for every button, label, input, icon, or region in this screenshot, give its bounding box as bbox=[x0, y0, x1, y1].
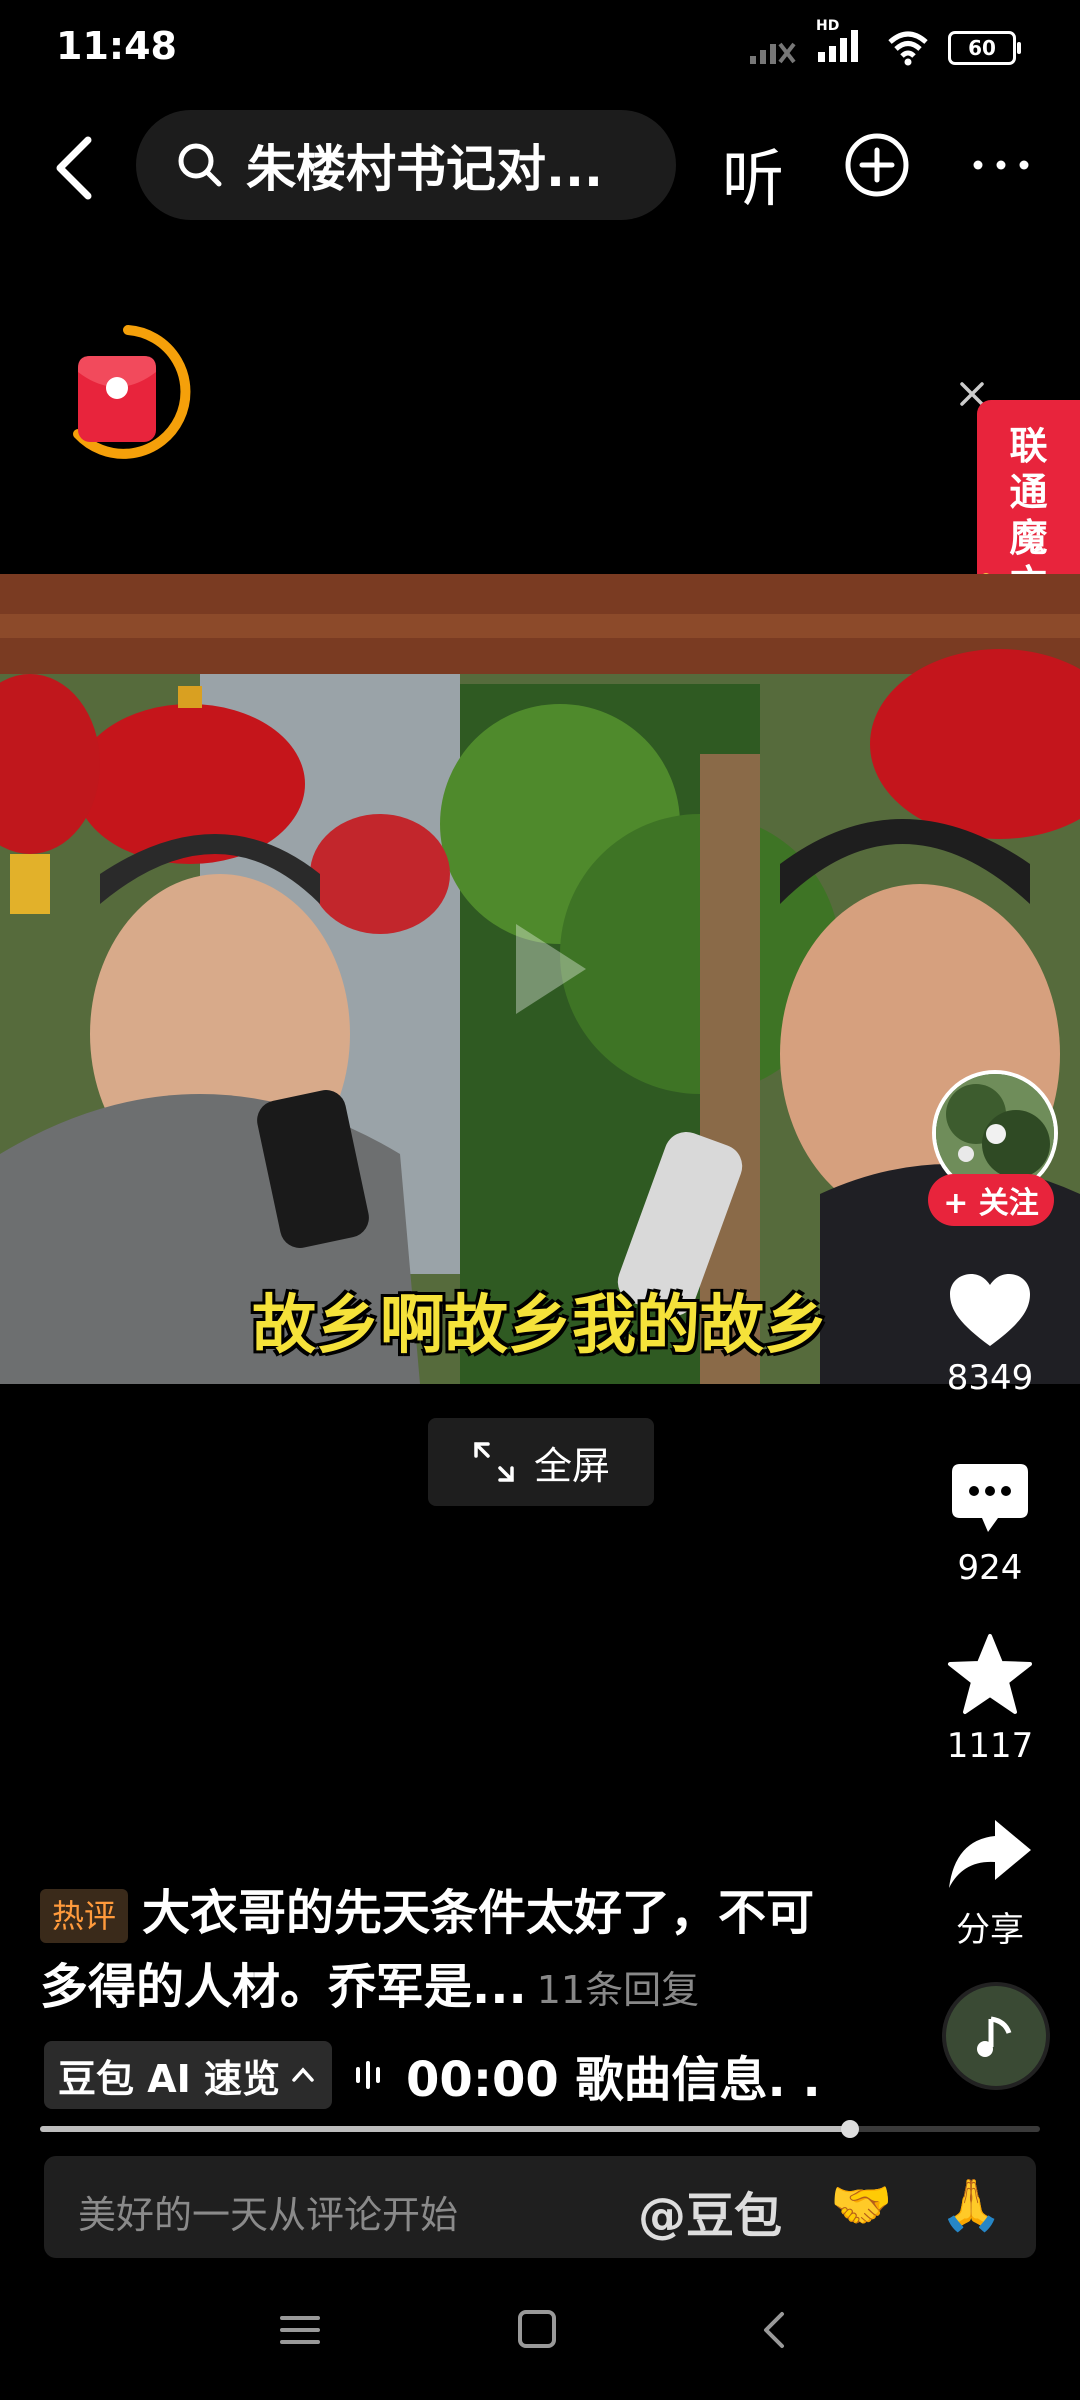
system-nav-bar bbox=[0, 2290, 1080, 2370]
signal-off-icon bbox=[750, 42, 796, 64]
fullscreen-label: 全屏 bbox=[533, 1443, 610, 1488]
chevron-left-icon[interactable] bbox=[36, 128, 116, 208]
ai-summary-label: 豆包 AI 速览 bbox=[58, 2056, 281, 2101]
song-info[interactable]: 00:00 歌曲信息. . bbox=[406, 2040, 821, 2110]
share-action[interactable]: 分享 bbox=[920, 1814, 1060, 1951]
progress-handle[interactable] bbox=[841, 2120, 859, 2138]
hot-comment[interactable]: 热评 大衣哥的先天条件太好了，不可多得的人材。乔军是... 11条回复 bbox=[40, 1876, 860, 2027]
ad-char: 联 bbox=[1009, 424, 1048, 468]
listen-button[interactable]: 听 bbox=[722, 128, 784, 218]
video-player[interactable]: 故乡啊故乡我的故乡 bbox=[0, 574, 1080, 1384]
ad-char: 通 bbox=[1009, 470, 1048, 514]
search-icon bbox=[178, 143, 222, 187]
network-label: HD bbox=[816, 18, 840, 34]
like-action[interactable]: 8349 bbox=[920, 1270, 1060, 1398]
video-progress-bar[interactable] bbox=[40, 2120, 1040, 2138]
comment-action[interactable]: 924 bbox=[920, 1460, 1060, 1588]
comment-count: 924 bbox=[957, 1548, 1023, 1588]
video-detail-screen: 11:48 HD 60 朱楼村书记对... 听 联 通 魔 故乡啊故乡我的故乡 … bbox=[0, 0, 1080, 2400]
favorite-action[interactable]: 1117 bbox=[920, 1632, 1060, 1766]
status-time: 11:48 bbox=[56, 24, 177, 68]
plus-circle-icon[interactable] bbox=[842, 130, 912, 200]
ad-char: 魔 bbox=[1009, 516, 1048, 560]
pray-emoji-button[interactable]: 🙏 bbox=[940, 2176, 1002, 2235]
ai-summary-row: 豆包 AI 速览 00:00 歌曲信息. . bbox=[44, 2040, 864, 2110]
share-label: 分享 bbox=[956, 1910, 1024, 1950]
search-query: 朱楼村书记对... bbox=[246, 140, 603, 198]
fullscreen-button[interactable]: 全屏 bbox=[428, 1418, 654, 1506]
battery-level: 60 bbox=[968, 36, 996, 60]
top-bar: 朱楼村书记对... 听 bbox=[0, 110, 1080, 226]
play-icon[interactable] bbox=[496, 914, 596, 1024]
favorite-count: 1117 bbox=[946, 1726, 1034, 1766]
video-subtitle: 故乡啊故乡我的故乡 bbox=[252, 1289, 828, 1363]
menu-icon[interactable] bbox=[276, 2308, 324, 2352]
status-bar: 11:48 HD 60 bbox=[0, 0, 1080, 100]
status-icons: HD 60 bbox=[748, 18, 1021, 68]
follow-button[interactable]: + 关注 bbox=[928, 1174, 1054, 1226]
red-packet-icon[interactable] bbox=[58, 322, 198, 462]
nav-back-icon[interactable] bbox=[752, 2308, 800, 2352]
chevron-up-icon bbox=[292, 2067, 314, 2082]
share-arrow-icon bbox=[949, 1820, 1031, 1888]
signal-hd-icon: HD bbox=[816, 18, 868, 68]
comment-placeholder: 美好的一天从评论开始 bbox=[78, 2193, 459, 2237]
like-count: 8349 bbox=[946, 1358, 1034, 1398]
hot-comment-tag: 热评 bbox=[40, 1889, 129, 1943]
chat-bubble-icon bbox=[952, 1464, 1028, 1532]
more-dots-icon[interactable] bbox=[966, 130, 1036, 200]
reply-count[interactable]: 11条回复 bbox=[537, 1968, 699, 2012]
audio-wave-icon bbox=[356, 2061, 381, 2089]
battery-indicator: 60 bbox=[948, 31, 1021, 65]
music-note-icon bbox=[977, 2016, 1012, 2057]
ai-summary-chip[interactable]: 豆包 AI 速览 bbox=[44, 2041, 333, 2109]
progress-fill bbox=[40, 2126, 850, 2132]
wifi-icon bbox=[888, 31, 928, 66]
music-disc[interactable] bbox=[942, 1982, 1050, 2090]
search-bar[interactable]: 朱楼村书记对... bbox=[136, 110, 676, 220]
star-icon bbox=[948, 1634, 1032, 1714]
heart-icon bbox=[950, 1274, 1030, 1346]
handshake-emoji-button[interactable]: 🤝 bbox=[830, 2176, 892, 2235]
expand-icon bbox=[474, 1442, 514, 1482]
comment-input[interactable]: 美好的一天从评论开始 @豆包 🤝 🙏 bbox=[44, 2156, 1036, 2258]
mention-doubao-button[interactable]: @豆包 bbox=[638, 2176, 782, 2246]
home-icon[interactable] bbox=[512, 2308, 560, 2352]
